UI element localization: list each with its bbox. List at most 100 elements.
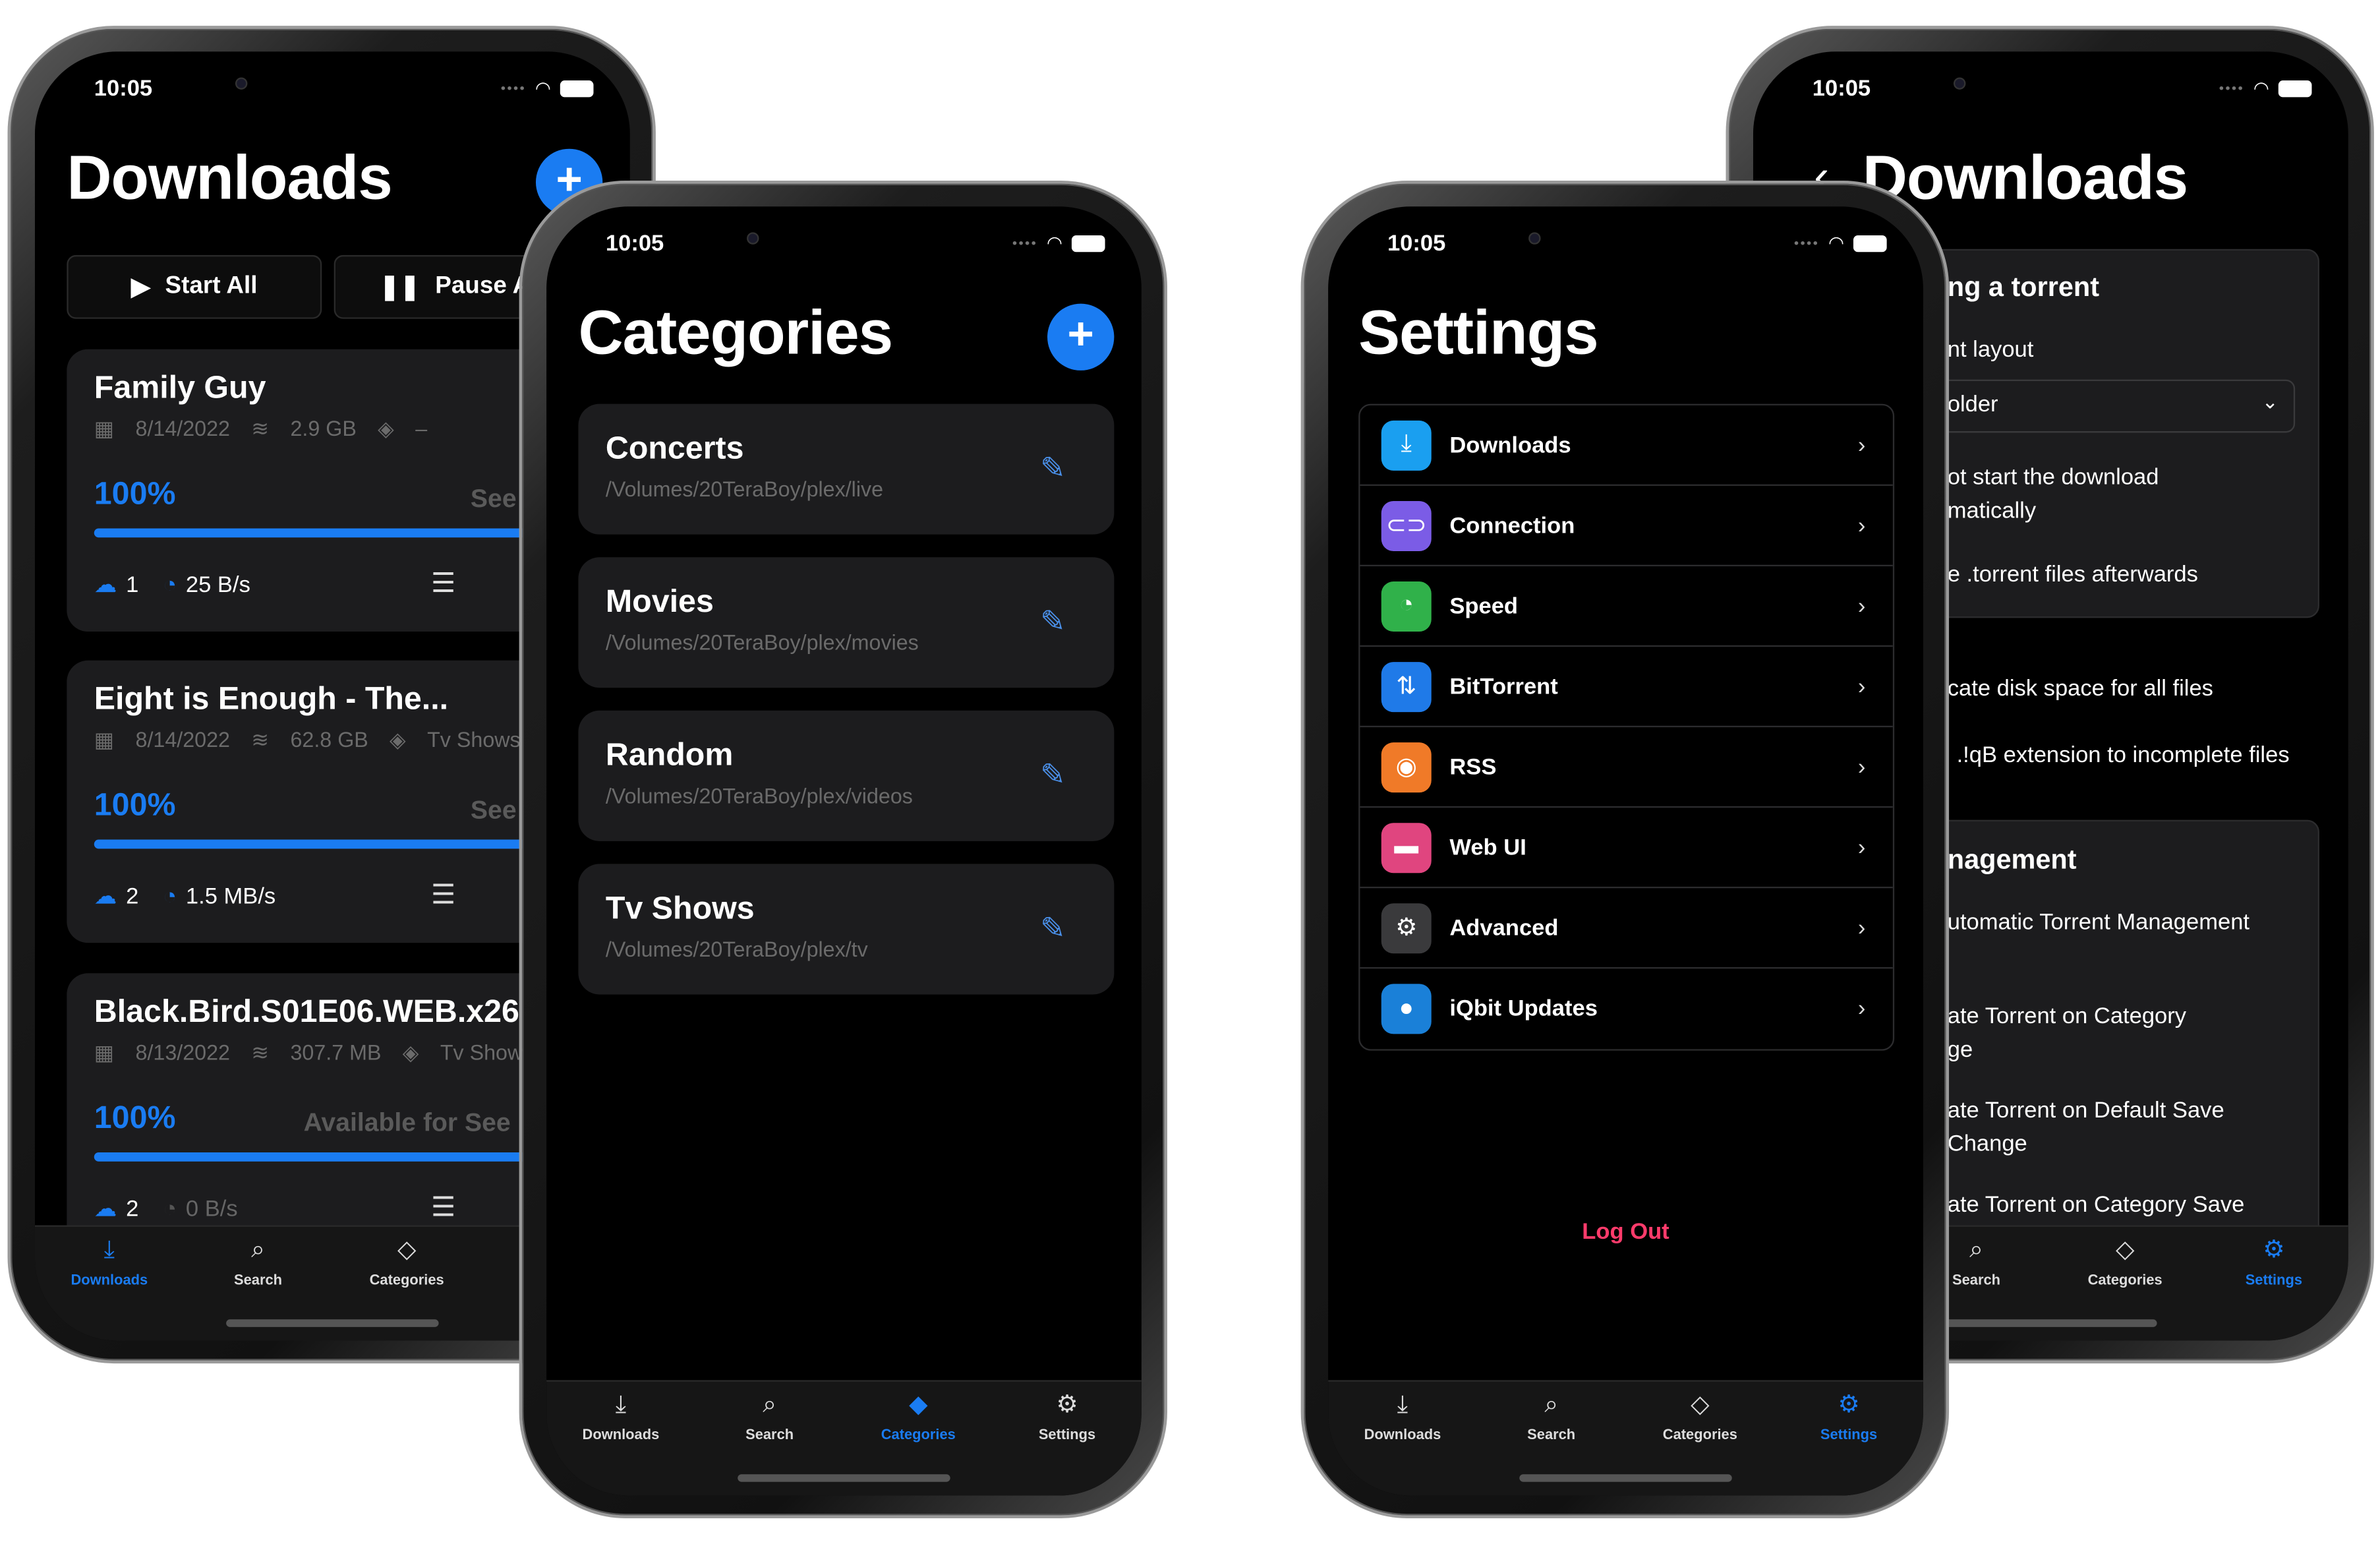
tab-label: Settings <box>2245 1272 2303 1290</box>
torrent-size: 62.8 GB <box>290 727 368 752</box>
battery-icon <box>1071 234 1105 252</box>
category-path: /Volumes/20TeraBoy/plex/live <box>605 477 884 501</box>
tag-icon: ◇ <box>2116 1237 2135 1264</box>
tab-categories[interactable]: ◇ Categories <box>1626 1391 1775 1444</box>
default-save-changed-label[interactable]: ate Torrent on Default Save <box>1948 1098 2224 1123</box>
torrent-date: 8/13/2022 <box>135 1040 230 1065</box>
tab-settings[interactable]: ⚙ Settings <box>993 1391 1142 1444</box>
camera <box>747 232 759 245</box>
tab-settings[interactable]: ⚙ Settings <box>1774 1391 1923 1444</box>
play-icon: ▶ <box>131 274 150 301</box>
settings-row-advanced[interactable]: ⚙ Advanced › <box>1360 888 1893 969</box>
speedometer-icon: ◔ <box>163 883 177 909</box>
tab-settings[interactable]: ⚙ Settings <box>2199 1236 2348 1290</box>
torrent-meta: ▦ 8/13/2022 ≋ 307.7 MB ◈ Tv Shows <box>94 1040 542 1066</box>
tab-search[interactable]: ⌕ Search <box>184 1236 333 1290</box>
tag-icon: ◈ <box>390 727 406 752</box>
tab-label: Settings <box>1038 1427 1096 1444</box>
delete-torrent-files-label[interactable]: e .torrent files afterwards <box>1948 562 2198 587</box>
sliders-icon[interactable]: ☰ <box>431 568 455 599</box>
cloud-upload-icon: ☁ <box>94 572 117 599</box>
category-item[interactable]: Random/Volumes/20TeraBoy/plex/videos ✎ <box>578 710 1115 841</box>
chevron-right-icon: › <box>1857 673 1866 699</box>
tab-downloads[interactable]: ⤓ Downloads <box>546 1391 695 1444</box>
settings-row-bittorrent[interactable]: ⇅ BitTorrent › <box>1360 647 1893 728</box>
settings-list: ⤓ Downloads › ⊂⊃ Connection › ◔ Speed › ⇅ BitTo… <box>1358 403 1895 1051</box>
category-item[interactable]: Concerts/Volumes/20TeraBoy/plex/live ✎ <box>578 403 1115 535</box>
tab-categories[interactable]: ◇ Categories <box>2050 1236 2199 1289</box>
torrent-state: Available for See <box>303 1108 511 1137</box>
log-out-button[interactable]: Log Out <box>1328 1219 1923 1245</box>
tab-label: Categories <box>369 1272 444 1290</box>
no-autostart-label-2[interactable]: matically <box>1948 498 2036 523</box>
settings-row-iqbit-updates[interactable]: ● iQbit Updates › <box>1360 968 1892 1049</box>
row-label: Speed <box>1449 593 1519 619</box>
link-icon: ⊂⊃ <box>1381 500 1432 550</box>
wifi-icon: ◠ <box>1828 232 1845 254</box>
settings-row-connection[interactable]: ⊂⊃ Connection › <box>1360 486 1893 567</box>
append-extension-label[interactable]: .!qB extension to incomplete files <box>1957 742 2290 768</box>
row-label: Advanced <box>1449 914 1559 941</box>
torrent-category: – <box>415 416 428 440</box>
torrent-progress-text: 100% <box>94 788 176 823</box>
preallocate-label[interactable]: cate disk space for all files <box>1948 676 2213 701</box>
home-indicator[interactable] <box>738 1474 950 1482</box>
calendar-icon: ▦ <box>94 416 115 440</box>
chevron-right-icon: › <box>1857 995 1866 1022</box>
section-heading: ng a torrent <box>1947 272 2100 303</box>
camera <box>1953 77 1966 90</box>
auto-tmm-label[interactable]: utomatic Torrent Management <box>1948 909 2249 935</box>
torrent-stats: ☁ 2 ◔ 0 B/s <box>94 1195 238 1222</box>
torrent-date: 8/14/2022 <box>135 727 230 752</box>
tab-categories[interactable]: ◆ Categories <box>844 1391 993 1444</box>
page-title: Categories <box>578 297 893 368</box>
tab-search[interactable]: ⌕ Search <box>1477 1391 1626 1444</box>
row-label: Downloads <box>1449 432 1571 458</box>
tab-categories[interactable]: ◇ Categories <box>332 1236 481 1290</box>
home-indicator[interactable] <box>1944 1319 2157 1327</box>
no-autostart-label[interactable]: ot start the download <box>1948 465 2159 490</box>
download-icon: ⤓ <box>1381 419 1432 470</box>
torrent-progress-text: 100% <box>94 1100 176 1136</box>
torrent-state: See <box>470 484 517 514</box>
tab-label: Search <box>234 1272 282 1290</box>
tab-search[interactable]: ⌕ Search <box>695 1391 844 1444</box>
tab-label: Downloads <box>71 1272 148 1290</box>
magnifier-icon: ⌕ <box>1544 1392 1558 1419</box>
tab-label: Settings <box>1820 1427 1878 1444</box>
settings-row-downloads[interactable]: ⤓ Downloads › <box>1360 405 1893 486</box>
category-item[interactable]: Tv Shows/Volumes/20TeraBoy/plex/tv ✎ <box>578 864 1115 995</box>
tab-label: Downloads <box>1364 1427 1441 1444</box>
pencil-icon[interactable]: ✎ <box>1040 450 1066 488</box>
category-item[interactable]: Movies/Volumes/20TeraBoy/plex/movies ✎ <box>578 557 1115 688</box>
default-save-changed-label-2[interactable]: Change <box>1948 1131 2027 1157</box>
page-title: Downloads <box>67 142 392 213</box>
calendar-icon: ▦ <box>94 727 115 752</box>
home-indicator[interactable] <box>1519 1474 1732 1482</box>
torrent-stats: ☁ 2 ◔ 1.5 MB/s <box>94 882 276 909</box>
sliders-icon[interactable]: ☰ <box>431 1192 455 1224</box>
category-path: /Volumes/20TeraBoy/plex/videos <box>605 783 913 808</box>
home-indicator[interactable] <box>226 1319 439 1327</box>
pencil-icon[interactable]: ✎ <box>1040 909 1066 947</box>
battery-icon <box>2278 79 2312 97</box>
category-name: Random <box>605 738 734 773</box>
battery-icon <box>560 79 594 97</box>
status-time: 10:05 <box>1812 76 1871 102</box>
pencil-icon[interactable]: ✎ <box>1040 756 1066 794</box>
settings-row-web-ui[interactable]: ▬ Web UI › <box>1360 808 1893 889</box>
battery-icon <box>1853 234 1887 252</box>
tab-downloads[interactable]: ⤓ Downloads <box>1328 1391 1477 1444</box>
settings-row-speed[interactable]: ◔ Speed › <box>1360 566 1893 647</box>
category-changed-label-2[interactable]: ge <box>1948 1037 1973 1063</box>
start-all-button[interactable]: ▶ Start All <box>67 254 322 319</box>
category-path: /Volumes/20TeraBoy/plex/movies <box>605 630 919 655</box>
category-changed-label[interactable]: ate Torrent on Category <box>1948 1003 2186 1029</box>
settings-row-rss[interactable]: ◉ RSS › <box>1360 727 1893 808</box>
category-save-changed-label[interactable]: ate Torrent on Category Save <box>1948 1192 2245 1218</box>
add-category-button[interactable]: + <box>1047 303 1115 371</box>
wifi-icon: ◠ <box>2253 77 2269 99</box>
sliders-icon[interactable]: ☰ <box>431 879 455 910</box>
tab-downloads[interactable]: ⤓ Downloads <box>35 1236 184 1290</box>
pencil-icon[interactable]: ✎ <box>1040 603 1066 641</box>
